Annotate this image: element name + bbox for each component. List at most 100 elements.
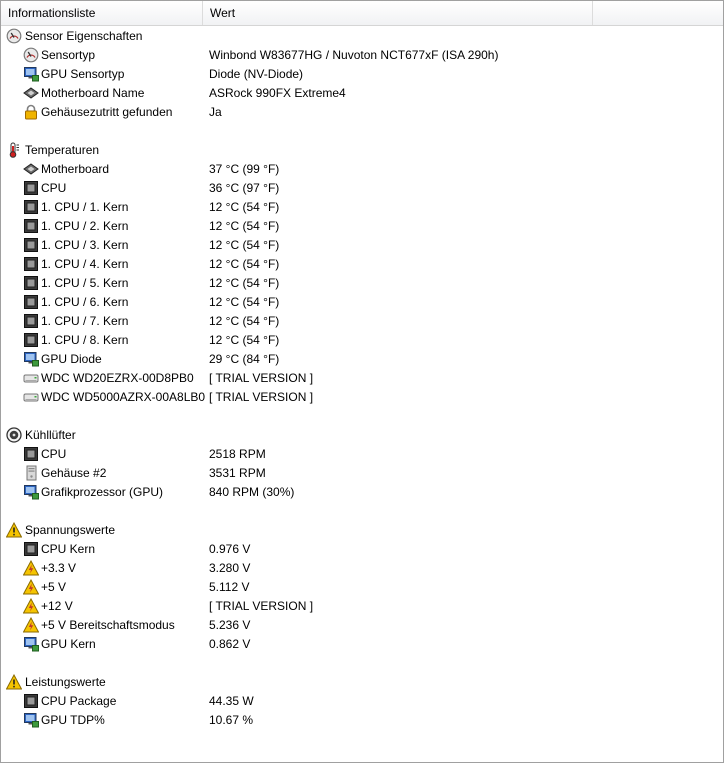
sensor-row[interactable]: Gehäuse #2 3531 RPM — [1, 464, 723, 483]
sensor-row[interactable]: 1. CPU / 1. Kern 12 °C (54 °F) — [1, 198, 723, 217]
sensor-row[interactable]: 1. CPU / 8. Kern 12 °C (54 °F) — [1, 331, 723, 350]
sensor-value: [ TRIAL VERSION ] — [209, 390, 314, 404]
sensor-value: 12 °C (54 °F) — [209, 295, 280, 309]
group-header-row[interactable]: Sensor Eigenschaften — [1, 27, 723, 46]
motherboard-icon — [23, 161, 39, 177]
warning-icon — [6, 674, 22, 690]
column-header-value[interactable]: Wert — [203, 1, 593, 25]
sensor-value: ASRock 990FX Extreme4 — [209, 86, 346, 100]
sensor-value: 840 RPM (30%) — [209, 485, 295, 499]
sensor-value: Winbond W83677HG / Nuvoton NCT677xF (ISA… — [209, 48, 499, 62]
sensor-value: 12 °C (54 °F) — [209, 276, 280, 290]
cpu-icon — [23, 199, 39, 215]
group-title: Temperaturen — [25, 143, 100, 157]
sensor-label: GPU Sensortyp — [41, 67, 125, 81]
case-icon — [23, 465, 39, 481]
group-header-row[interactable]: Kühllüfter — [1, 426, 723, 445]
thermometer-icon — [6, 142, 22, 158]
sensor-label: Sensortyp — [41, 48, 96, 62]
voltage-icon — [23, 598, 39, 614]
sensor-label: +3.3 V — [41, 561, 77, 575]
sensor-label: GPU Kern — [41, 637, 96, 651]
sensor-label: GPU Diode — [41, 352, 102, 366]
sensor-row[interactable]: +5 V 5.112 V — [1, 578, 723, 597]
sensor-value: 10.67 % — [209, 713, 254, 727]
sensor-label: 1. CPU / 4. Kern — [41, 257, 129, 271]
sensor-value: 12 °C (54 °F) — [209, 200, 280, 214]
sensor-label: +5 V — [41, 580, 67, 594]
sensor-row[interactable]: WDC WD20EZRX-00D8PB0 [ TRIAL VERSION ] — [1, 369, 723, 388]
sensor-label: +12 V — [41, 599, 73, 613]
sensor-label: WDC WD5000AZRX-00A8LB0 — [41, 390, 206, 404]
sensor-row[interactable]: 1. CPU / 7. Kern 12 °C (54 °F) — [1, 312, 723, 331]
motherboard-icon — [23, 85, 39, 101]
sensor-value: 2518 RPM — [209, 447, 266, 461]
sensor-value: 0.862 V — [209, 637, 251, 651]
sensor-label: Motherboard Name — [41, 86, 145, 100]
sensor-value: 5.112 V — [209, 580, 250, 594]
voltage-icon — [23, 560, 39, 576]
monitor-icon — [23, 66, 39, 82]
sensor-row[interactable]: 1. CPU / 5. Kern 12 °C (54 °F) — [1, 274, 723, 293]
sensor-row[interactable]: Grafikprozessor (GPU) 840 RPM (30%) — [1, 483, 723, 502]
sensor-row[interactable]: CPU Package 44.35 W — [1, 692, 723, 711]
list-header: Informationsliste Wert — [1, 1, 723, 26]
cpu-icon — [23, 332, 39, 348]
sensor-label: 1. CPU / 1. Kern — [41, 200, 129, 214]
sensor-row[interactable]: CPU 36 °C (97 °F) — [1, 179, 723, 198]
hard-drive-icon — [23, 370, 39, 386]
group-title: Sensor Eigenschaften — [25, 29, 143, 43]
sensor-value: 44.35 W — [209, 694, 254, 708]
gauge-icon — [23, 47, 39, 63]
sensor-row[interactable]: Gehäusezutritt gefunden Ja — [1, 103, 723, 122]
sensor-value: 3531 RPM — [209, 466, 266, 480]
sensor-label: GPU TDP% — [41, 713, 105, 727]
sensor-value: 12 °C (54 °F) — [209, 314, 280, 328]
sensor-row[interactable]: GPU Kern 0.862 V — [1, 635, 723, 654]
cpu-icon — [23, 218, 39, 234]
sensor-row[interactable]: GPU Sensortyp Diode (NV-Diode) — [1, 65, 723, 84]
hard-drive-icon — [23, 389, 39, 405]
sensor-value: Ja — [209, 105, 222, 119]
sensor-row[interactable]: GPU Diode 29 °C (84 °F) — [1, 350, 723, 369]
sensor-row[interactable]: GPU TDP% 10.67 % — [1, 711, 723, 730]
sensor-label: 1. CPU / 7. Kern — [41, 314, 129, 328]
cpu-icon — [23, 180, 39, 196]
group-title: Kühllüfter — [25, 428, 76, 442]
sensor-row[interactable]: Sensortyp Winbond W83677HG / Nuvoton NCT6… — [1, 46, 723, 65]
fan-icon — [6, 427, 22, 443]
sensor-value: 12 °C (54 °F) — [209, 333, 280, 347]
group-header-row[interactable]: Spannungswerte — [1, 521, 723, 540]
sensor-list-panel: Informationsliste Wert Sensor Eigenschaf… — [0, 0, 724, 763]
sensor-row[interactable]: WDC WD5000AZRX-00A8LB0[ TRIAL VERSION ] — [1, 388, 723, 407]
sensor-row[interactable]: 1. CPU / 6. Kern 12 °C (54 °F) — [1, 293, 723, 312]
cpu-icon — [23, 237, 39, 253]
sensor-value: 0.976 V — [209, 542, 251, 556]
column-header-info[interactable]: Informationsliste — [1, 1, 203, 25]
sensor-label: 1. CPU / 2. Kern — [41, 219, 129, 233]
sensor-row[interactable]: +5 V Bereitschaftsmodus 5.236 V — [1, 616, 723, 635]
sensor-row[interactable]: +3.3 V 3.280 V — [1, 559, 723, 578]
group-title: Spannungswerte — [25, 523, 116, 537]
sensor-row[interactable]: +12 V [ TRIAL VERSION ] — [1, 597, 723, 616]
sensor-row[interactable]: 1. CPU / 3. Kern 12 °C (54 °F) — [1, 236, 723, 255]
sensor-row[interactable]: Motherboard 37 °C (99 °F) — [1, 160, 723, 179]
sensor-row[interactable]: Motherboard Name ASRock 990FX Extreme4 — [1, 84, 723, 103]
sensor-label: Gehäuse #2 — [41, 466, 107, 480]
sensor-label: CPU — [41, 181, 67, 195]
sensor-row[interactable]: 1. CPU / 2. Kern 12 °C (54 °F) — [1, 217, 723, 236]
sensor-row[interactable]: 1. CPU / 4. Kern 12 °C (54 °F) — [1, 255, 723, 274]
group-header-row[interactable]: Temperaturen — [1, 141, 723, 160]
voltage-icon — [23, 579, 39, 595]
monitor-icon — [23, 351, 39, 367]
sensor-row[interactable]: CPU 2518 RPM — [1, 445, 723, 464]
sensor-row[interactable]: CPU Kern 0.976 V — [1, 540, 723, 559]
monitor-icon — [23, 484, 39, 500]
sensor-value: 3.280 V — [209, 561, 251, 575]
sensor-label: 1. CPU / 6. Kern — [41, 295, 129, 309]
sensor-value: 29 °C (84 °F) — [209, 352, 280, 366]
group-header-row[interactable]: Leistungswerte — [1, 673, 723, 692]
sensor-value: Diode (NV-Diode) — [209, 67, 304, 81]
